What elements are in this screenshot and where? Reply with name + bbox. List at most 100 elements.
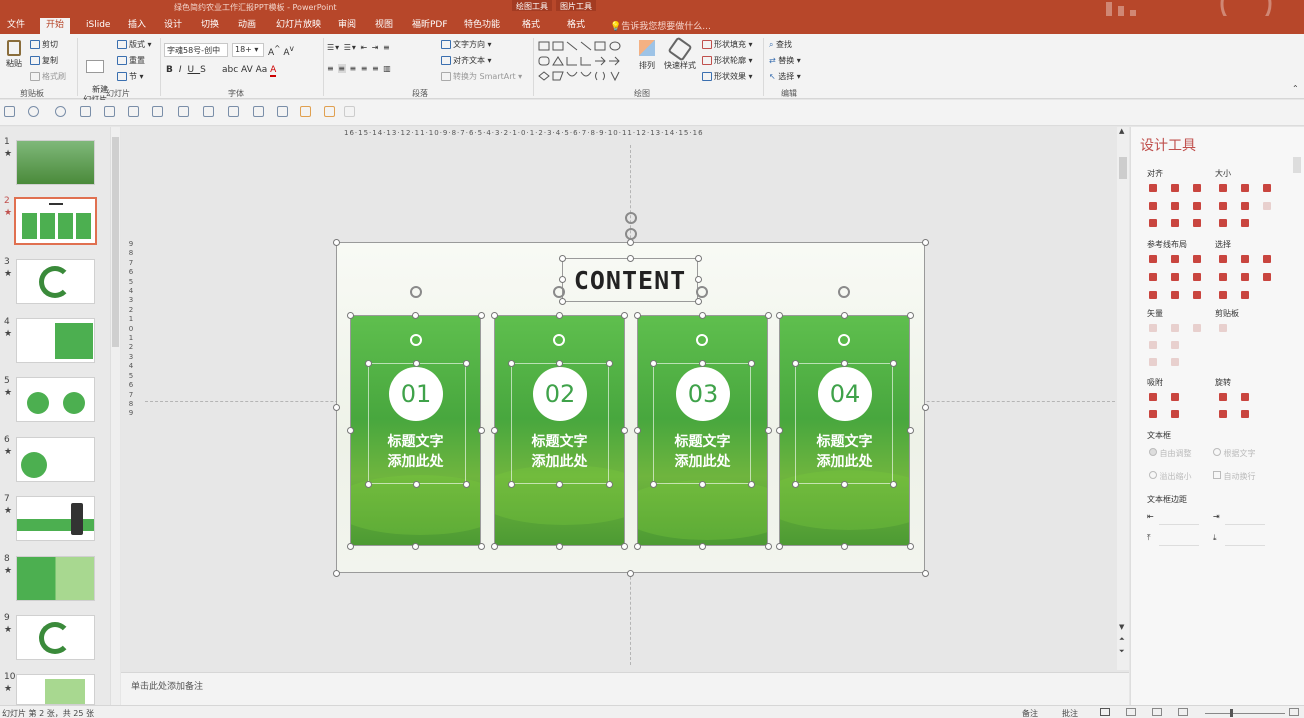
format-painter-button[interactable]: 格式刷 [30, 71, 66, 82]
slide-thumbnail[interactable] [16, 674, 95, 705]
resize-handle[interactable] [634, 427, 641, 434]
rotate-handle-icon[interactable] [696, 286, 708, 298]
slide-thumbnail[interactable] [16, 259, 95, 304]
rotate-handle-icon[interactable] [838, 286, 850, 298]
select-tool-icon[interactable] [1219, 291, 1227, 299]
rotate-handle-icon[interactable] [410, 286, 422, 298]
rotate-handle-icon[interactable] [553, 286, 565, 298]
resize-handle[interactable] [627, 239, 634, 246]
same-width-icon[interactable] [1219, 184, 1227, 192]
distribute-v-icon[interactable] [1171, 219, 1179, 227]
resize-handle[interactable] [699, 481, 706, 488]
notes-toggle[interactable]: 备注 [1022, 708, 1038, 718]
select-tool-icon[interactable] [1241, 291, 1249, 299]
margin-top-input[interactable] [1159, 534, 1199, 546]
resize-handle[interactable] [907, 312, 914, 319]
tab-slideshow[interactable]: 幻灯片放映 [276, 18, 321, 34]
rotate-tool-icon[interactable] [1219, 410, 1227, 418]
slide-thumbnail[interactable] [16, 140, 95, 185]
send-backward-icon[interactable] [277, 106, 288, 117]
align-left-icon[interactable] [128, 106, 139, 117]
tab-transitions[interactable]: 切换 [201, 18, 219, 34]
slide-sorter-icon[interactable] [1126, 708, 1136, 716]
resize-handle[interactable] [556, 360, 563, 367]
slide-thumbnail[interactable] [16, 615, 95, 660]
resize-handle[interactable] [765, 312, 772, 319]
cursor-icon[interactable] [1263, 273, 1271, 281]
slide-thumbnail-selected[interactable] [14, 197, 97, 245]
group-icon[interactable] [152, 106, 163, 117]
vector-tool-icon[interactable] [1149, 358, 1157, 366]
resize-handle[interactable] [333, 404, 340, 411]
resize-handle[interactable] [621, 312, 628, 319]
textbox-option-wrap[interactable]: 自动换行 [1213, 471, 1256, 482]
guide-tool-icon[interactable] [1193, 255, 1201, 263]
resize-handle[interactable] [841, 360, 848, 367]
size-tool-icon[interactable] [1241, 219, 1249, 227]
font-name-select[interactable]: 字魂58号-创中 [164, 43, 228, 57]
resize-handle[interactable] [491, 543, 498, 550]
resize-handle[interactable] [841, 481, 848, 488]
size-tool-icon[interactable] [1263, 202, 1271, 210]
resize-handle[interactable] [890, 360, 897, 367]
resize-handle[interactable] [748, 481, 755, 488]
redo-icon[interactable] [55, 106, 66, 117]
resize-handle[interactable] [634, 543, 641, 550]
canvas-scrollbar[interactable]: ▲ ▼ ⏶ ⏷ [1117, 127, 1129, 670]
resize-handle[interactable] [556, 481, 563, 488]
select-tool-icon[interactable] [1241, 273, 1249, 281]
resize-handle[interactable] [922, 404, 929, 411]
rotate-tool-icon[interactable] [1241, 410, 1249, 418]
font-style-buttons[interactable]: BIUS [166, 65, 212, 75]
resize-handle[interactable] [559, 298, 566, 305]
distribute-h-icon[interactable] [1149, 219, 1157, 227]
snap-tool-icon[interactable] [1171, 410, 1179, 418]
zoom-slider[interactable] [1205, 713, 1285, 714]
resize-handle[interactable] [699, 360, 706, 367]
resize-handle[interactable] [347, 312, 354, 319]
resize-handle[interactable] [765, 543, 772, 550]
resize-handle[interactable] [627, 255, 634, 262]
resize-handle[interactable] [559, 276, 566, 283]
tab-insert[interactable]: 插入 [128, 18, 146, 34]
vector-tool-icon[interactable] [1149, 341, 1157, 349]
resize-handle[interactable] [463, 360, 470, 367]
align-right-tool-icon[interactable] [1193, 184, 1201, 192]
crop-icon[interactable] [203, 106, 214, 117]
resize-handle[interactable] [491, 312, 498, 319]
alignment-buttons[interactable]: ≡ ≡ ≡ ≡ ≡ ▥ [327, 64, 392, 73]
section-button[interactable]: 节 ▾ [117, 71, 144, 82]
quick-styles-button[interactable]: 快速样式 [664, 36, 696, 71]
shape-effects-button[interactable]: 形状效果 ▾ [702, 71, 753, 82]
clipboard-tool-icon[interactable] [1219, 324, 1227, 332]
tell-me-search[interactable]: 💡告诉我您想要做什么... [610, 19, 711, 32]
resize-handle[interactable] [478, 312, 485, 319]
size-tool-icon[interactable] [1219, 202, 1227, 210]
cut-button[interactable]: 剪切 [30, 39, 58, 50]
resize-handle[interactable] [463, 481, 470, 488]
tab-animations[interactable]: 动画 [238, 18, 256, 34]
scroll-thumb[interactable] [1119, 157, 1127, 179]
rotate-handle-icon[interactable] [838, 334, 850, 346]
notes-pane[interactable]: 单击此处添加备注 [121, 672, 1129, 705]
resize-handle[interactable] [478, 543, 485, 550]
snap-tool-icon[interactable] [1171, 393, 1179, 401]
resize-handle[interactable] [776, 543, 783, 550]
resize-handle[interactable] [413, 481, 420, 488]
resize-handle[interactable] [650, 481, 657, 488]
guide-tool-icon[interactable] [1149, 255, 1157, 263]
flip-horizontal-icon[interactable] [1219, 393, 1227, 401]
tab-view[interactable]: 视图 [375, 18, 393, 34]
lock-icon[interactable] [228, 106, 239, 117]
resize-handle[interactable] [634, 312, 641, 319]
list-buttons[interactable]: ☰▾ ☰▾ ⇤ ⇥ ≡ [327, 43, 391, 52]
snap-tool-icon[interactable] [1149, 410, 1157, 418]
resize-handle[interactable] [491, 427, 498, 434]
guide-tool-icon[interactable] [1193, 291, 1201, 299]
resize-handle[interactable] [606, 481, 613, 488]
resize-handle[interactable] [695, 276, 702, 283]
shape-merge-icon[interactable] [324, 106, 335, 117]
resize-handle[interactable] [695, 298, 702, 305]
resize-handle[interactable] [776, 312, 783, 319]
slide-thumbnail[interactable] [16, 318, 95, 363]
